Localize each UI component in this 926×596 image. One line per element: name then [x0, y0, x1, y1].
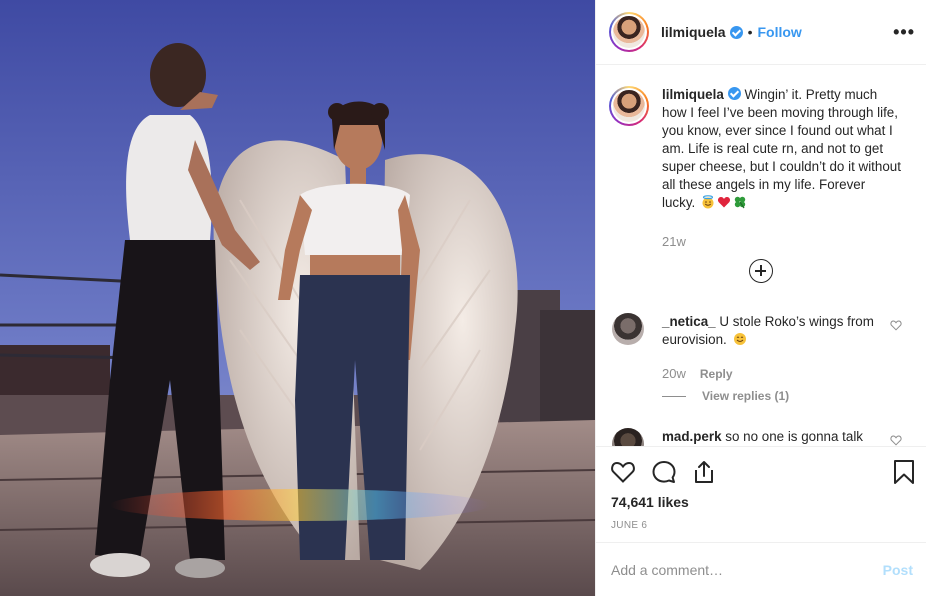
comment-like-heart-icon[interactable]	[890, 434, 902, 446]
author-username[interactable]: lilmiquela	[661, 24, 726, 40]
likes-count[interactable]: 74,641 likes	[611, 494, 689, 510]
comment-username[interactable]: _netica_	[662, 314, 716, 329]
post-photo[interactable]	[0, 0, 595, 596]
view-replies-button[interactable]: View replies (1)	[609, 389, 789, 403]
post-actions: 74,641 likes JUNE 6	[596, 446, 926, 542]
post-header: lilmiquela • Follow •••	[596, 0, 926, 65]
add-comment-bar: Post	[596, 542, 926, 596]
separator-dot: •	[747, 24, 753, 40]
four-leaf-clover-emoji-icon	[734, 196, 746, 209]
verified-badge-icon	[729, 25, 743, 39]
caption-verified-badge-icon	[727, 87, 741, 100]
comment-username[interactable]: mad.perk	[662, 429, 722, 444]
caption: lilmiquela Wingin’ it. Pretty much how I…	[609, 86, 914, 212]
bookmark-icon[interactable]	[893, 459, 915, 485]
speech-bubble-icon[interactable]	[651, 459, 677, 485]
post-date[interactable]: JUNE 6	[611, 520, 647, 531]
load-more-comments-icon[interactable]	[749, 259, 773, 283]
photo-illustration	[0, 0, 595, 596]
author-avatar[interactable]	[609, 12, 649, 52]
comment-text-block: _netica_ U stole Roko’s wings from eurov…	[662, 313, 882, 349]
comment: mad.perk so no one is gonna talk	[609, 428, 914, 446]
more-options-icon[interactable]: •••	[893, 22, 915, 43]
heart-emoji-icon	[717, 197, 731, 208]
share-icon[interactable]	[691, 459, 717, 485]
caption-text: Wingin’ it. Pretty much how I feel I’ve …	[662, 87, 901, 210]
comments-scroll-area[interactable]: lilmiquela Wingin’ it. Pretty much how I…	[596, 66, 926, 446]
add-comment-input[interactable]	[611, 560, 861, 580]
follow-button[interactable]: Follow	[757, 24, 801, 40]
caption-author-avatar-image	[613, 90, 645, 122]
author-avatar-image	[613, 16, 645, 48]
view-replies-line	[662, 395, 686, 397]
comment-like-heart-icon[interactable]	[890, 319, 902, 331]
post-side-panel: lilmiquela • Follow ••• lilmiquela Wingi…	[595, 0, 926, 596]
comment: _netica_ U stole Roko’s wings from eurov…	[609, 313, 914, 413]
caption-author-avatar[interactable]	[609, 86, 649, 126]
caption-text-block: lilmiquela Wingin’ it. Pretty much how I…	[662, 86, 902, 212]
caption-timestamp[interactable]: 21w	[662, 234, 686, 249]
post-comment-button[interactable]: Post	[883, 562, 913, 578]
commenter-avatar[interactable]	[612, 313, 644, 345]
caption-username[interactable]: lilmiquela	[662, 87, 724, 102]
heart-icon[interactable]	[610, 459, 636, 485]
smiling-halo-emoji-icon	[702, 195, 714, 209]
comment-meta: 20w Reply	[662, 366, 733, 381]
comment-timestamp[interactable]: 20w	[662, 366, 686, 381]
smiling-emoji-icon	[733, 333, 746, 345]
comment-text: so no one is gonna talk	[725, 429, 864, 444]
comment-text-block: mad.perk so no one is gonna talk	[662, 428, 882, 446]
view-replies-label[interactable]: View replies (1)	[702, 389, 789, 403]
commenter-avatar[interactable]	[612, 428, 644, 446]
reply-button[interactable]: Reply	[700, 367, 733, 381]
